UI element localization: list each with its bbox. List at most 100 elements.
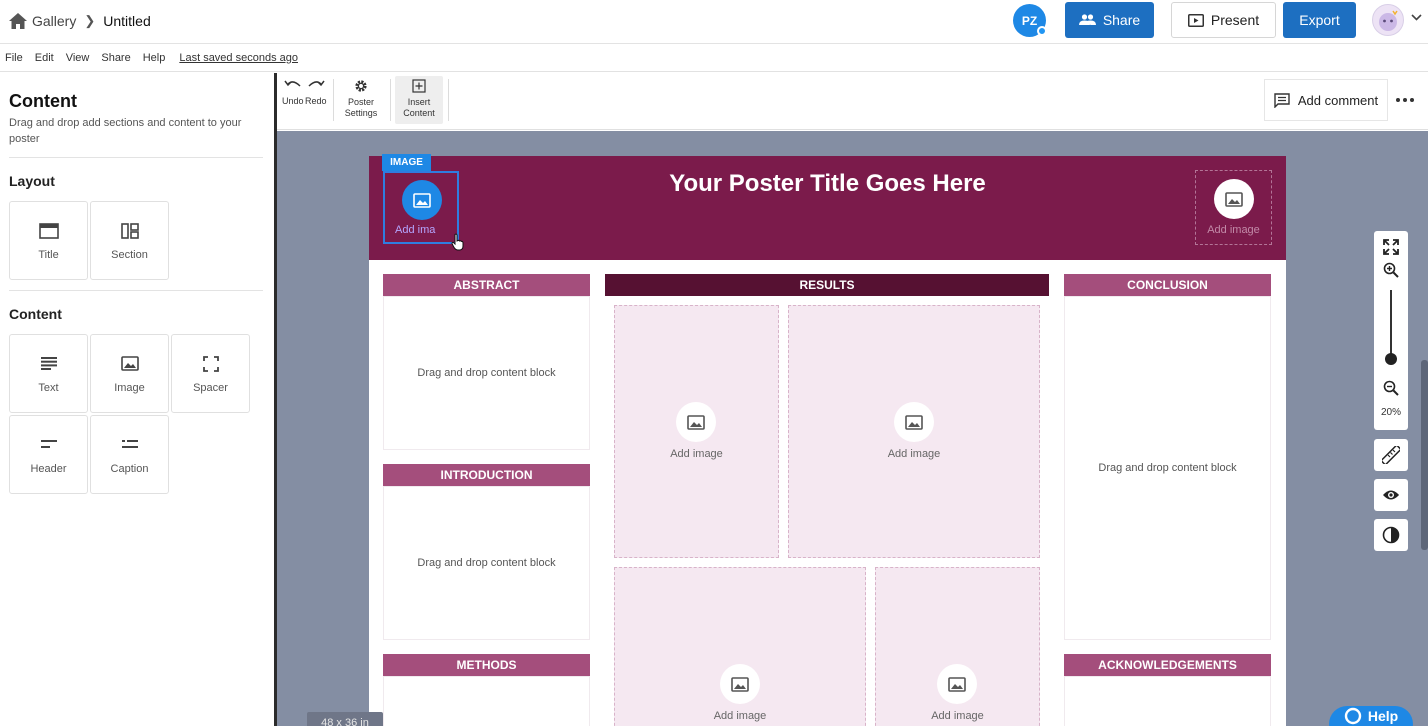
contrast-button[interactable] (1374, 519, 1408, 551)
menu-view[interactable]: View (66, 52, 90, 64)
chevron-right-icon: ❯ (84, 13, 96, 28)
divider (9, 157, 263, 158)
canvas-scrollbar[interactable] (1421, 360, 1428, 550)
menu-edit[interactable]: Edit (35, 52, 54, 64)
help-label: Help (1367, 708, 1399, 724)
hand-cursor-icon (451, 233, 464, 251)
content-caption-tile[interactable]: Caption (90, 415, 169, 494)
add-image-button[interactable] (676, 402, 716, 442)
ruler-icon (1382, 446, 1400, 464)
user-avatar[interactable] (1372, 4, 1404, 36)
results-section-header[interactable]: RESULTS (605, 274, 1049, 296)
people-icon (1078, 14, 1096, 25)
spacer-icon (202, 355, 219, 372)
conclusion-section-header[interactable]: CONCLUSION (1064, 274, 1271, 296)
content-header-tile[interactable]: Header (9, 415, 88, 494)
poster-title[interactable]: Your Poster Title Goes Here (369, 170, 1286, 198)
add-image-label: Add ima (395, 224, 436, 236)
results-grid: Add image Add image Add image Add image (605, 296, 1049, 726)
abstract-section-header[interactable]: ABSTRACT (383, 274, 590, 296)
header-image-left-slot[interactable]: Add ima (383, 171, 464, 251)
undo-button[interactable]: Undo (282, 79, 304, 107)
help-button[interactable]: Help (1329, 706, 1413, 726)
poster-settings-button[interactable]: Poster Settings (345, 79, 377, 119)
caption-icon (121, 440, 138, 448)
contrast-icon (1382, 526, 1400, 544)
share-button[interactable]: Share (1065, 2, 1154, 38)
results-image-slot[interactable]: Add image (788, 305, 1040, 558)
breadcrumb-gallery-link[interactable]: Gallery (32, 13, 76, 29)
menu-file[interactable]: File (5, 52, 23, 64)
insert-content-button[interactable]: Insert Content (402, 79, 436, 119)
introduction-section-header[interactable]: INTRODUCTION (383, 464, 590, 486)
zoom-slider-handle[interactable] (1385, 353, 1397, 365)
header-image-right-slot[interactable]: Add image (1195, 170, 1272, 245)
add-image-label: Add image (931, 710, 984, 722)
last-saved-status[interactable]: Last saved seconds ago (179, 52, 298, 64)
fit-screen-icon[interactable] (1383, 239, 1399, 255)
content-image-tile[interactable]: Image (90, 334, 169, 413)
tile-label: Spacer (193, 381, 228, 394)
layout-section-tile[interactable]: Section (90, 201, 169, 280)
methods-dropzone[interactable] (383, 676, 590, 726)
present-button[interactable]: Present (1171, 2, 1276, 38)
zoom-level: 20% (1380, 407, 1401, 418)
export-button[interactable]: Export (1283, 2, 1356, 38)
acknowledgements-dropzone[interactable] (1064, 676, 1271, 726)
add-image-button[interactable] (937, 664, 977, 704)
content-text-tile[interactable]: Text (9, 334, 88, 413)
abstract-dropzone[interactable]: Drag and drop content block (383, 296, 590, 450)
breadcrumb: Gallery ❯ Untitled (9, 10, 151, 32)
image-icon (1225, 191, 1243, 207)
add-image-button[interactable] (1214, 179, 1254, 219)
present-button-label: Present (1210, 12, 1260, 28)
add-comment-button[interactable]: Add comment (1264, 79, 1388, 121)
chevron-down-icon[interactable] (1411, 14, 1422, 21)
poster-size-label: 48 x 36 in (307, 712, 383, 726)
add-image-label: Add image (887, 448, 941, 460)
conclusion-dropzone[interactable]: Drag and drop content block (1064, 296, 1271, 640)
ruler-button[interactable] (1374, 439, 1408, 471)
acknowledgements-section-header[interactable]: ACKNOWLEDGEMENTS (1064, 654, 1271, 676)
collaborator-avatar[interactable]: PZ (1013, 4, 1047, 37)
image-icon (731, 676, 749, 692)
export-button-label: Export (1299, 12, 1340, 28)
home-icon[interactable] (9, 13, 27, 29)
zoom-slider-track[interactable] (1390, 290, 1392, 360)
results-image-slot[interactable]: Add image (614, 305, 779, 558)
undo-icon (284, 80, 301, 87)
results-image-slot[interactable]: Add image (875, 567, 1040, 726)
preview-button[interactable] (1374, 479, 1408, 511)
zoom-in-icon[interactable] (1383, 262, 1399, 278)
present-icon (1187, 13, 1204, 27)
menu-help[interactable]: Help (143, 52, 166, 64)
poster-header[interactable]: Your Poster Title Goes Here Add ima IMAG… (369, 154, 1286, 260)
results-image-slot[interactable]: Add image (614, 567, 866, 726)
avatar-face-icon (1379, 10, 1398, 31)
add-image-button[interactable] (720, 664, 760, 704)
add-image-button[interactable] (402, 180, 442, 220)
introduction-dropzone[interactable]: Drag and drop content block (383, 486, 590, 640)
header-icon (40, 440, 57, 448)
plus-box-icon (412, 79, 426, 93)
content-spacer-tile[interactable]: Spacer (171, 334, 250, 413)
share-button-label: Share (1102, 12, 1141, 28)
undo-label: Undo (282, 96, 304, 106)
methods-section-header[interactable]: METHODS (383, 654, 590, 676)
redo-icon (308, 80, 325, 87)
tile-label: Text (38, 381, 59, 394)
tile-label: Image (114, 381, 145, 394)
menu-share[interactable]: Share (101, 52, 130, 64)
text-icon (40, 357, 57, 370)
poster[interactable]: Your Poster Title Goes Here Add ima IMAG… (369, 154, 1286, 726)
add-image-label: Add image (1207, 224, 1260, 236)
image-icon (413, 192, 431, 208)
add-image-button[interactable] (894, 402, 934, 442)
layout-title-tile[interactable]: Title (9, 201, 88, 280)
eye-icon (1383, 490, 1399, 500)
zoom-out-icon[interactable] (1383, 380, 1399, 396)
redo-button[interactable]: Redo (305, 79, 327, 107)
document-title[interactable]: Untitled (103, 13, 150, 29)
more-options-icon[interactable] (1393, 91, 1417, 109)
poster-canvas[interactable]: Your Poster Title Goes Here Add ima IMAG… (277, 131, 1428, 726)
